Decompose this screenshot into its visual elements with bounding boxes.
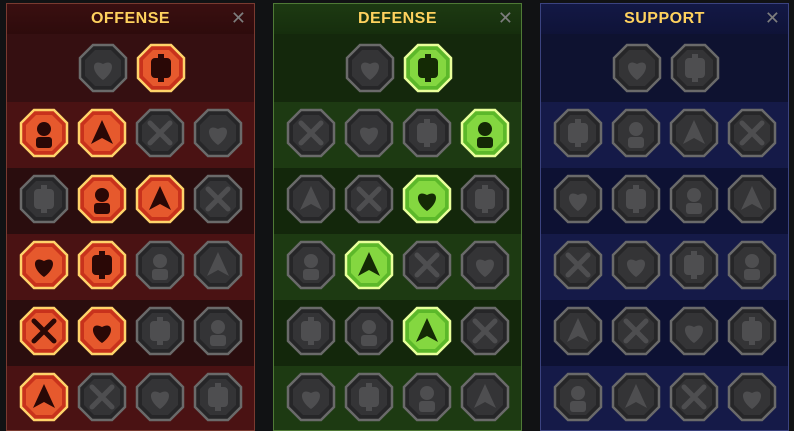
radiant-skull-icon[interactable] [402, 306, 452, 356]
horned-demon-icon[interactable] [19, 108, 69, 158]
fist-skull-icon[interactable] [669, 372, 719, 422]
broken-blade-icon[interactable] [460, 108, 510, 158]
triple-flame-icon[interactable] [344, 306, 394, 356]
defense-title: DEFENSE [357, 10, 438, 27]
cracked-shield-icon[interactable] [344, 372, 394, 422]
skull-cape-icon[interactable] [135, 174, 185, 224]
knot-icon[interactable] [670, 43, 720, 93]
palm-hand-icon[interactable] [402, 240, 452, 290]
twin-skulls-icon[interactable] [77, 306, 127, 356]
shield-beast-icon[interactable] [286, 372, 336, 422]
muscle-man-icon[interactable] [402, 108, 452, 158]
flaming-blade-icon[interactable] [136, 43, 186, 93]
sprinting-figure-icon[interactable] [286, 306, 336, 356]
sparkling-sword-icon[interactable] [19, 372, 69, 422]
blessed-figure-icon[interactable] [553, 174, 603, 224]
spiral-icon[interactable] [460, 306, 510, 356]
eagle-head-icon[interactable] [727, 372, 777, 422]
skull-warrior-icon[interactable] [193, 372, 243, 422]
archer-icon[interactable] [286, 174, 336, 224]
slashing-claws-icon[interactable] [77, 108, 127, 158]
support-header: SUPPORT ✕ [541, 4, 788, 34]
brick-wall-icon[interactable] [345, 43, 395, 93]
sparkling-heart-icon[interactable] [612, 43, 662, 93]
beast-icon[interactable] [135, 372, 185, 422]
fanged-jaws-icon[interactable] [77, 174, 127, 224]
offense-close-icon[interactable]: ✕ [231, 8, 246, 28]
flaming-skull-icon[interactable] [669, 108, 719, 158]
praying-hands-icon[interactable] [553, 108, 603, 158]
reaching-hand-icon[interactable] [193, 174, 243, 224]
fast-boot-icon[interactable] [611, 306, 661, 356]
support-panel: SUPPORT ✕ [540, 3, 789, 431]
halo-figure-icon[interactable] [460, 174, 510, 224]
crossed-swords-icon[interactable] [78, 43, 128, 93]
offense-panel: OFFENSE ✕ [6, 3, 255, 431]
hourglass-icon[interactable] [344, 240, 394, 290]
shield-arrow-icon[interactable] [135, 108, 185, 158]
angry-face-icon[interactable] [727, 240, 777, 290]
speed-boot-icon[interactable] [727, 108, 777, 158]
compass-star-icon[interactable] [553, 306, 603, 356]
kicking-figure-icon[interactable] [727, 306, 777, 356]
shadow-figure-icon[interactable] [727, 174, 777, 224]
lightning-shield-icon[interactable] [611, 174, 661, 224]
dagger-drop-icon[interactable] [19, 240, 69, 290]
axe-icon[interactable] [135, 240, 185, 290]
broken-heart-icon[interactable] [193, 108, 243, 158]
offense-header: OFFENSE ✕ [7, 4, 254, 34]
raised-fist-icon[interactable] [403, 43, 453, 93]
defense-header: DEFENSE ✕ [274, 4, 521, 34]
defense-panel: DEFENSE ✕ [273, 3, 522, 431]
offense-top-row [7, 34, 254, 102]
heart-shield-icon[interactable] [344, 108, 394, 158]
knight-helmet-icon[interactable] [77, 372, 127, 422]
bull-head-icon[interactable] [460, 240, 510, 290]
knight-shield-icon[interactable] [344, 174, 394, 224]
warrior-icon[interactable] [193, 306, 243, 356]
strongman-icon[interactable] [460, 372, 510, 422]
support-title: SUPPORT [624, 10, 705, 27]
bearded-skull-icon[interactable] [402, 372, 452, 422]
ward-shield-icon[interactable] [611, 108, 661, 158]
skull-heart-icon[interactable] [402, 174, 452, 224]
poison-flask-icon[interactable] [553, 372, 603, 422]
offense-title: OFFENSE [90, 10, 171, 27]
defense-top-row [274, 34, 521, 102]
open-book-icon[interactable] [669, 240, 719, 290]
chain-lightning-icon[interactable] [193, 240, 243, 290]
crowd-icon[interactable] [286, 240, 336, 290]
chained-heart-icon[interactable] [553, 240, 603, 290]
arrow-burst-icon[interactable] [19, 306, 69, 356]
support-top-row [541, 34, 788, 102]
skull-icon[interactable] [611, 372, 661, 422]
defense-close-icon[interactable]: ✕ [498, 8, 513, 28]
fist-strike-icon[interactable] [77, 240, 127, 290]
crack-icon[interactable] [669, 174, 719, 224]
support-close-icon[interactable]: ✕ [765, 8, 780, 28]
watching-eye-icon[interactable] [669, 306, 719, 356]
meteor-icon[interactable] [611, 240, 661, 290]
cleaver-icon[interactable] [135, 306, 185, 356]
flexed-arm-icon[interactable] [19, 174, 69, 224]
armor-icon[interactable] [286, 108, 336, 158]
